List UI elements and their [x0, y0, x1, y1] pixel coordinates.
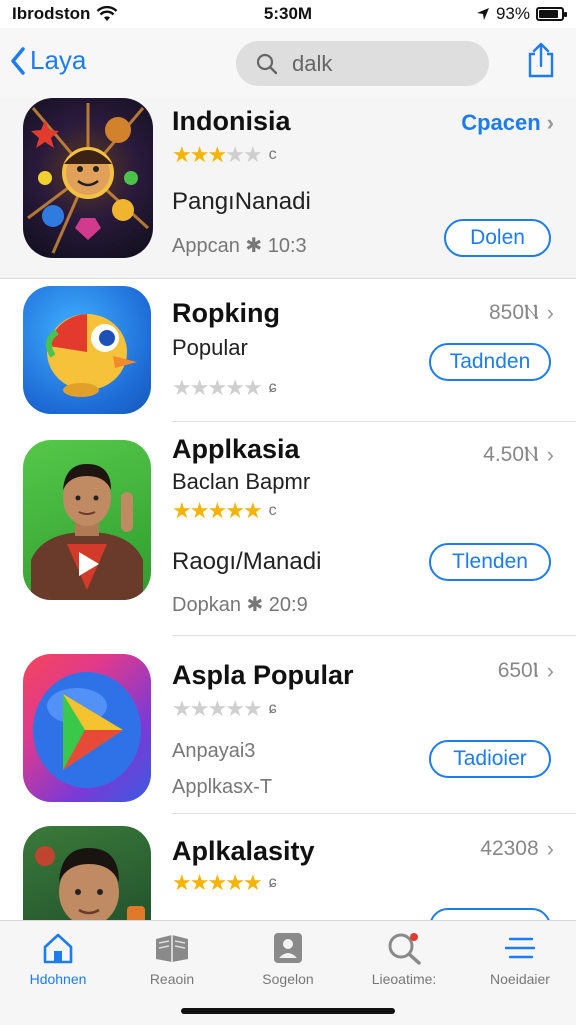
tab-search[interactable]: Lieoatime: — [354, 931, 454, 987]
app-detail: Raogı/Manadi — [172, 548, 322, 575]
status-right: 93% — [476, 4, 567, 24]
app-subtitle: Popular — [172, 335, 248, 360]
search-field[interactable]: dalk — [236, 41, 489, 86]
tab-label: Noeidaier — [490, 971, 550, 987]
tab-books[interactable]: Reaoin — [122, 931, 222, 987]
chevron-left-icon — [11, 46, 25, 75]
chevron-right-icon: › — [546, 442, 554, 467]
app-price-value: 650Ⲓ — [497, 659, 539, 682]
back-label: Laya — [30, 45, 87, 75]
app-icon — [23, 826, 151, 920]
featured-link-label: Cpacen — [461, 110, 541, 135]
app-meta: Applkasx-T — [172, 776, 273, 798]
featured-app-meta: Appcan ✱ 10:3 — [172, 235, 307, 257]
status-bar: Ibrodston 5:30M 93% — [0, 0, 576, 28]
chevron-right-icon: › — [546, 110, 554, 135]
rating-count: ɕ — [268, 874, 277, 891]
get-button[interactable]: Tadioier — [429, 740, 551, 778]
list-icon — [504, 937, 536, 959]
app-rating: ★ ★ ★ ★ ★ ɕ — [172, 870, 277, 895]
get-button[interactable] — [429, 908, 551, 920]
battery-percent: 93% — [495, 4, 530, 23]
app-rating: ★ ★ ★ ★ ★ ɕ — [172, 375, 277, 400]
home-icon — [43, 933, 73, 964]
app-rating: ★ ★ ★ ★ ★ c — [172, 498, 277, 523]
profile-card-icon — [274, 933, 302, 963]
chevron-right-icon: › — [546, 836, 554, 861]
list-item[interactable]: Applkasia Baclan Bapmr ★ ★ ★ ★ ★ c 4.50Ⲛ › R… — [0, 422, 576, 636]
rating-count: ɕ — [268, 379, 277, 396]
tab-profile[interactable]: Sogelon — [238, 931, 338, 987]
app-price: 4.50Ⲛ › — [483, 442, 554, 468]
app-icon — [23, 440, 151, 600]
tab-label: Reaoin — [149, 971, 195, 987]
search-icon — [388, 933, 421, 965]
app-title: Aplkalasity — [172, 836, 315, 866]
app-price: 42308 › — [480, 836, 554, 862]
app-title: Applkasia — [172, 434, 300, 464]
tab-label: Hdohnen — [29, 971, 87, 987]
location-arrow-icon — [476, 8, 489, 20]
rating-count: ɕ — [268, 700, 277, 717]
app-price-value: 4.50Ⲛ — [483, 443, 539, 466]
featured-app-icon — [23, 98, 153, 258]
app-subtitle: Baclan Bapmr — [172, 469, 311, 494]
featured-app-card[interactable]: Indonisia ★ ★ ★ ★ ★ c Cpacen › PangıNanadi A… — [0, 98, 576, 279]
home-indicator — [181, 1008, 395, 1014]
featured-get-button[interactable]: Dolen — [444, 219, 551, 257]
battery-icon — [536, 7, 567, 21]
featured-app-rating: ★ ★ ★ ★ ★ c — [172, 142, 277, 167]
list-item[interactable]: Aplkalasity ★ ★ ★ ★ ★ ɕ 42308 › — [0, 814, 576, 920]
app-price-value: 42308 — [480, 837, 539, 860]
rating-count: c — [268, 502, 277, 519]
list-item[interactable]: Aspla Popular ★ ★ ★ ★ ★ ɕ 650Ⲓ › Anpayai3 Ap… — [0, 636, 576, 814]
chevron-right-icon: › — [546, 658, 554, 683]
tab-label: Lieoatime: — [371, 971, 437, 987]
search-icon — [256, 53, 278, 74]
tab-home[interactable]: Hdohnen — [8, 931, 108, 987]
navigation-bar: Laya dalk — [0, 28, 576, 98]
app-icon — [23, 286, 151, 414]
app-detail: Anpayai3 — [172, 740, 256, 762]
featured-app-title: Indonisia — [172, 106, 291, 136]
featured-see-more-link[interactable]: Cpacen › — [461, 110, 554, 136]
get-button[interactable]: Tlenden — [429, 543, 551, 581]
books-icon — [156, 935, 188, 962]
featured-rating-count: c — [268, 146, 277, 163]
app-rating: ★ ★ ★ ★ ★ ɕ — [172, 696, 277, 721]
app-price: 650Ⲓ › — [498, 658, 554, 684]
chevron-right-icon: › — [546, 300, 554, 325]
back-button[interactable]: Laya — [10, 45, 86, 76]
get-button[interactable]: Tadnden — [429, 343, 551, 381]
app-icon — [23, 654, 151, 802]
share-icon[interactable] — [526, 42, 556, 78]
list-item[interactable]: Ropking Popular ★ ★ ★ ★ ★ ɕ 850Ⲛ › Tadnden — [0, 278, 576, 422]
app-meta: Dopkan ✱ 20:9 — [172, 594, 308, 616]
search-placeholder: dalk — [292, 50, 333, 76]
featured-app-subtitle: PangıNanadi — [172, 188, 311, 215]
app-title: Ropking — [172, 298, 280, 328]
app-title: Aspla Popular — [172, 660, 354, 690]
tab-list[interactable]: Noeidaier — [470, 931, 570, 987]
app-price: 850Ⲛ › — [489, 300, 554, 326]
app-price-value: 850Ⲛ — [488, 301, 539, 324]
tab-label: Sogelon — [262, 971, 314, 987]
